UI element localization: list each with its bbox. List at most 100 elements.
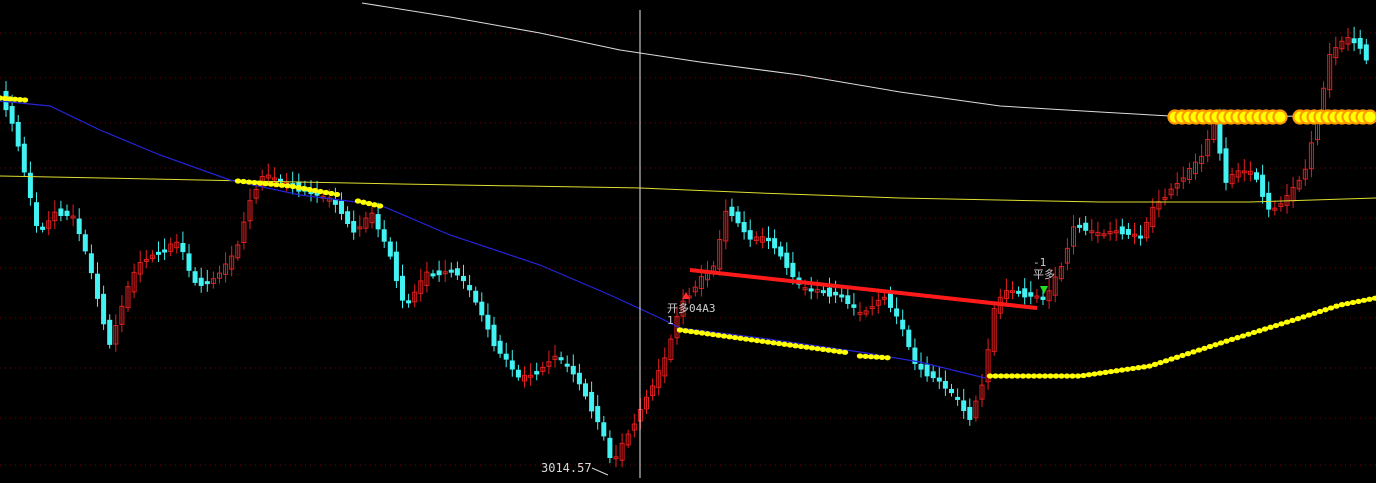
yellow-dot	[1129, 365, 1137, 372]
candle-body	[204, 281, 210, 285]
candle-body	[839, 294, 845, 298]
yellow-dot	[1052, 373, 1060, 379]
red-trend-line	[689, 268, 1038, 310]
candle-body	[906, 329, 912, 348]
yellow-dot	[1025, 373, 1032, 379]
candle-body	[1223, 148, 1229, 183]
yellow-dot	[1157, 359, 1164, 366]
yellow-dot	[862, 353, 869, 359]
yellow-dot	[376, 203, 384, 209]
yellow-dot	[992, 373, 999, 379]
candle-body	[436, 270, 442, 276]
yellow-dot	[720, 333, 728, 339]
candle-body	[509, 360, 515, 370]
yellow-dot	[300, 185, 308, 192]
yellow-dot	[1360, 297, 1368, 303]
yellow-dot	[1267, 324, 1274, 330]
yellow-dot	[1019, 373, 1027, 379]
yellow-dot	[1102, 369, 1109, 375]
yellow-dot	[884, 355, 891, 361]
candle-body	[21, 143, 27, 173]
yellow-dot	[21, 97, 29, 103]
candle-body	[589, 391, 595, 412]
yellow-dot	[360, 199, 367, 205]
candle-body	[1119, 226, 1125, 235]
candle-body	[790, 262, 796, 278]
yellow-dot	[781, 341, 788, 347]
candle-body	[192, 271, 198, 283]
candle-body	[1357, 37, 1363, 49]
candle-body	[918, 363, 924, 370]
yellow-dot	[1151, 361, 1159, 367]
yellow-dot	[295, 184, 302, 191]
candle-body	[772, 238, 778, 249]
candle-body	[1077, 224, 1083, 228]
candle-body	[473, 290, 479, 303]
candle-body	[1040, 296, 1046, 300]
candle-body	[595, 406, 601, 423]
yellow-dot	[1234, 335, 1241, 341]
yellow-dot	[1289, 317, 1296, 323]
yellow-dot	[803, 344, 810, 350]
yellow-dot	[1146, 363, 1153, 369]
yellow-dot	[1338, 302, 1346, 308]
yellow-dot	[1195, 347, 1203, 353]
yellow-dot	[311, 187, 319, 194]
candle-body	[34, 202, 39, 226]
yellow-dot	[737, 335, 744, 341]
yellow-dot	[1278, 321, 1285, 327]
yellow-dot	[986, 373, 994, 379]
yellow-dot	[1206, 343, 1214, 350]
candle-body	[88, 253, 94, 274]
candle-body	[332, 199, 338, 205]
candle-body	[576, 372, 582, 385]
yellow-dot	[1228, 336, 1236, 342]
candle-body	[76, 218, 82, 235]
candle-body	[430, 273, 436, 277]
yellow-dot	[1124, 366, 1131, 372]
yellow-dot	[1074, 373, 1082, 379]
candle-body	[180, 242, 186, 253]
candle-body	[58, 208, 64, 217]
yellow-dot	[1058, 373, 1065, 379]
signal-label-open: 开多04A3	[667, 301, 716, 315]
yellow-dot	[1201, 345, 1208, 351]
candle-body	[198, 277, 204, 286]
candle-body	[162, 249, 168, 253]
candle-body	[1016, 290, 1022, 294]
yellow-dot	[770, 340, 777, 346]
candle-body	[345, 211, 351, 225]
yellow-dot	[1355, 298, 1362, 305]
candle-body	[1138, 235, 1144, 239]
yellow-dot	[1212, 342, 1219, 348]
yellow-dot	[1069, 373, 1076, 379]
candle-body	[1217, 119, 1223, 154]
yellow-dot	[836, 349, 843, 355]
yellow-dot	[1030, 373, 1038, 379]
kline-chart[interactable]: 开多04A31-1平多 3014.57	[0, 0, 1376, 483]
yellow-dot	[354, 198, 362, 204]
yellow-dot	[1217, 340, 1225, 346]
yellow-dot	[1190, 349, 1197, 355]
yellow-dot	[1344, 300, 1351, 307]
candle-body	[601, 422, 607, 437]
candle-body	[1022, 288, 1028, 298]
yellow-dot	[775, 340, 783, 347]
yellow-dot	[1085, 372, 1093, 378]
yellow-dot	[764, 339, 772, 345]
yellow-dot	[1305, 312, 1313, 318]
candle-body	[351, 221, 357, 233]
yellow-dot	[273, 182, 280, 188]
dot-series	[0, 95, 1376, 379]
candle-body	[949, 388, 954, 394]
yellow-dot	[1366, 296, 1373, 302]
yellow-dot	[1283, 319, 1291, 325]
candle-body	[942, 380, 948, 389]
yellow-dot	[1250, 329, 1258, 336]
yellow-dot	[1080, 372, 1087, 379]
yellow-dot	[328, 190, 335, 197]
yellow-dot	[245, 179, 253, 185]
candle-body	[1083, 222, 1089, 231]
candle-body	[766, 237, 771, 242]
candle-body	[967, 407, 973, 420]
